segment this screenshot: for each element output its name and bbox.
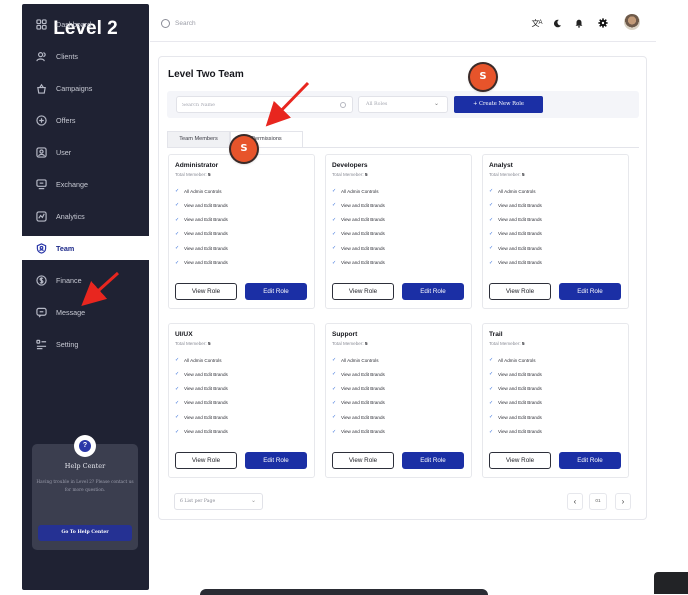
annotation-marker-create: S xyxy=(470,64,496,90)
annotation-marker-tab: S xyxy=(231,136,257,162)
arrow-to-team xyxy=(81,271,120,307)
arrow-to-create-role xyxy=(265,81,310,127)
annotation-arrows xyxy=(81,81,310,307)
dock-bar xyxy=(200,589,488,595)
corner-widget xyxy=(654,572,688,594)
app-frame: Level 2 Dashboard Clients Campaigns Offers U… xyxy=(0,0,688,595)
